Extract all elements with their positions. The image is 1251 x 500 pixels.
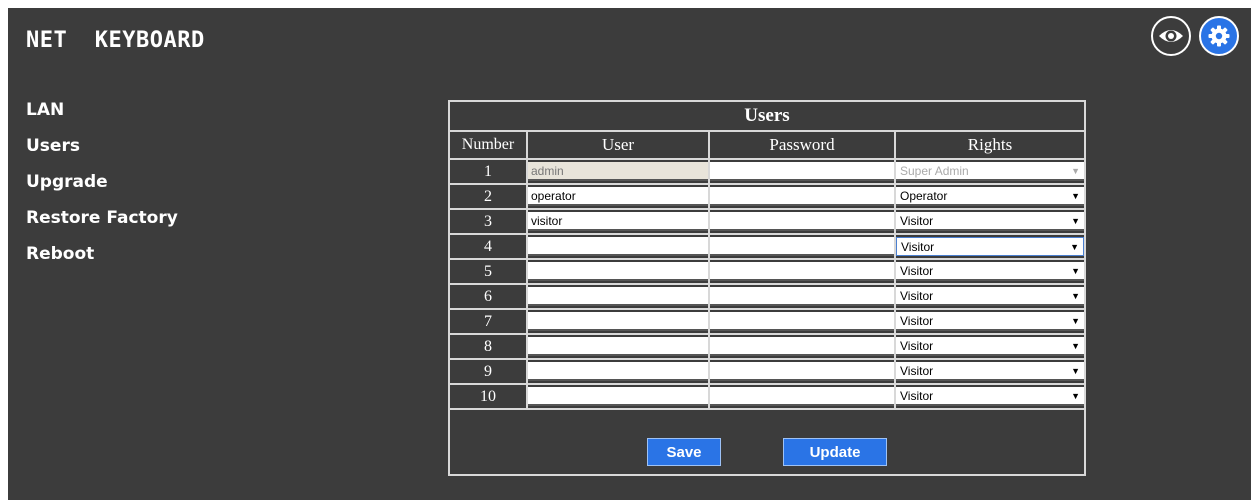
rights-value: Visitor (900, 213, 934, 228)
row-number: 1 (450, 158, 528, 185)
rights-value: Visitor (900, 338, 934, 353)
username-input (528, 162, 708, 181)
users-panel: Users Number User Password Rights 1 Supe… (448, 100, 1086, 476)
rights-value: Visitor (900, 288, 934, 303)
column-header-number: Number (450, 130, 528, 160)
row-number: 3 (450, 208, 528, 235)
row-number: 8 (450, 333, 528, 360)
row-number: 9 (450, 358, 528, 385)
dropdown-arrow-icon: ▼ (1071, 390, 1080, 401)
table-row: 1 Super Admin ▼ (450, 158, 1084, 185)
gear-icon[interactable] (1199, 16, 1239, 56)
rights-select[interactable]: Visitor ▼ (896, 337, 1084, 356)
column-header-password: Password (708, 130, 896, 160)
password-input[interactable] (710, 287, 894, 306)
table-row: 8 Visitor ▼ (450, 333, 1084, 360)
dropdown-arrow-icon: ▼ (1071, 340, 1080, 351)
rights-value: Visitor (900, 363, 934, 378)
password-input[interactable] (710, 187, 894, 206)
users-table-body: 1 Super Admin ▼ 2 Operator ▼ 3 Visitor ▼ (450, 158, 1084, 410)
password-input[interactable] (710, 362, 894, 381)
eye-icon[interactable] (1151, 16, 1191, 56)
rights-value: Super Admin (900, 163, 969, 178)
row-number: 7 (450, 308, 528, 335)
row-number: 6 (450, 283, 528, 310)
rights-value: Visitor (901, 239, 935, 254)
rights-select[interactable]: Visitor ▼ (896, 287, 1084, 306)
sidebar-item-users[interactable]: Users (26, 128, 178, 164)
table-caption: Users (450, 102, 1084, 132)
dropdown-arrow-icon: ▼ (1070, 241, 1079, 252)
username-input[interactable] (528, 237, 708, 256)
username-input[interactable] (528, 337, 708, 356)
username-input[interactable] (528, 287, 708, 306)
row-number: 5 (450, 258, 528, 285)
row-number: 4 (450, 233, 528, 260)
dropdown-arrow-icon: ▼ (1071, 315, 1080, 326)
form-actions: Save Update (450, 430, 1084, 474)
password-input[interactable] (710, 212, 894, 231)
rights-select[interactable]: Visitor ▼ (896, 312, 1084, 331)
rights-value: Operator (900, 188, 948, 203)
dropdown-arrow-icon: ▼ (1071, 165, 1080, 176)
sidebar-item-reboot[interactable]: Reboot (26, 236, 178, 272)
username-input[interactable] (528, 262, 708, 281)
table-row: 4 Visitor ▼ (450, 233, 1084, 260)
username-input[interactable] (528, 187, 708, 206)
sidebar: LAN Users Upgrade Restore Factory Reboot (26, 100, 178, 272)
password-input[interactable] (710, 312, 894, 331)
update-button[interactable]: Update (783, 438, 887, 466)
sidebar-item-upgrade[interactable]: Upgrade (26, 164, 178, 200)
rights-select: Super Admin ▼ (896, 162, 1084, 181)
rights-select[interactable]: Visitor ▼ (896, 362, 1084, 381)
row-number: 2 (450, 183, 528, 210)
rights-select[interactable]: Visitor ▼ (896, 387, 1084, 406)
column-header-rights: Rights (894, 130, 1084, 160)
table-row: 5 Visitor ▼ (450, 258, 1084, 285)
password-input[interactable] (710, 237, 894, 256)
username-input[interactable] (528, 387, 708, 406)
table-row: 10 Visitor ▼ (450, 383, 1084, 410)
column-header-user: User (526, 130, 710, 160)
rights-select[interactable]: Visitor ▼ (896, 262, 1084, 281)
dropdown-arrow-icon: ▼ (1071, 290, 1080, 301)
rights-select[interactable]: Visitor ▼ (896, 237, 1084, 256)
rights-value: Visitor (900, 388, 934, 403)
table-row: 6 Visitor ▼ (450, 283, 1084, 310)
table-row: 7 Visitor ▼ (450, 308, 1084, 335)
table-row: 2 Operator ▼ (450, 183, 1084, 210)
dropdown-arrow-icon: ▼ (1071, 265, 1080, 276)
users-table: Users Number User Password Rights 1 Supe… (450, 102, 1084, 410)
rights-value: Visitor (900, 313, 934, 328)
dropdown-arrow-icon: ▼ (1071, 215, 1080, 226)
row-number: 10 (450, 383, 528, 410)
sidebar-item-lan[interactable]: LAN (26, 100, 178, 128)
rights-value: Visitor (900, 263, 934, 278)
username-input[interactable] (528, 312, 708, 331)
sidebar-item-restore-factory[interactable]: Restore Factory (26, 200, 178, 236)
dropdown-arrow-icon: ▼ (1071, 190, 1080, 201)
app-window: NET KEYBOARD LAN Users Upgrade Restore F… (8, 8, 1251, 500)
password-input[interactable] (710, 162, 894, 181)
password-input[interactable] (710, 262, 894, 281)
top-toolbar (1151, 16, 1239, 56)
username-input[interactable] (528, 212, 708, 231)
rights-select[interactable]: Visitor ▼ (896, 212, 1084, 231)
password-input[interactable] (710, 387, 894, 406)
table-row: 3 Visitor ▼ (450, 208, 1084, 235)
save-button[interactable]: Save (647, 438, 721, 466)
dropdown-arrow-icon: ▼ (1071, 365, 1080, 376)
app-title: NET KEYBOARD (26, 28, 205, 53)
password-input[interactable] (710, 337, 894, 356)
table-row: 9 Visitor ▼ (450, 358, 1084, 385)
username-input[interactable] (528, 362, 708, 381)
rights-select[interactable]: Operator ▼ (896, 187, 1084, 206)
